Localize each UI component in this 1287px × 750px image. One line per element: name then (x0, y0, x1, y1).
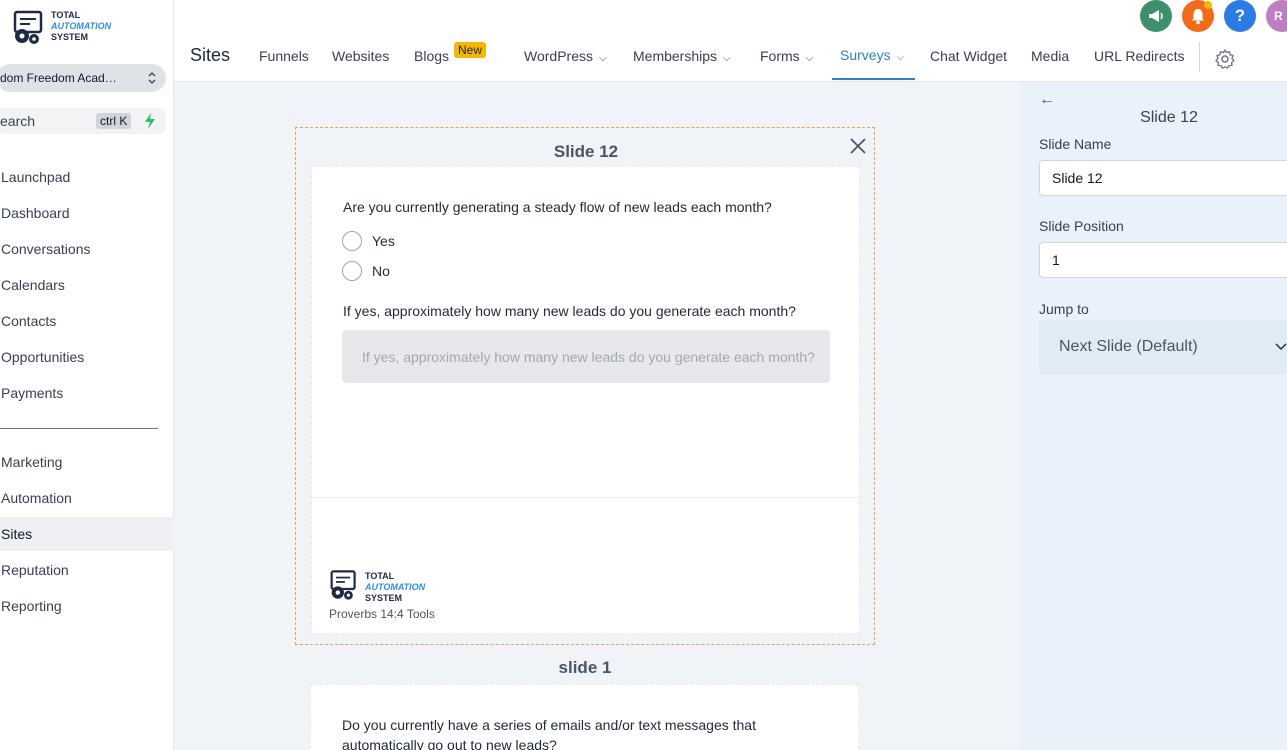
sidebar-item-conversations[interactable]: Conversations (0, 232, 174, 266)
sidebar-item-reputation[interactable]: Reputation (0, 553, 174, 587)
tab-wordpress[interactable]: WordPress ⌵ (524, 48, 607, 64)
tab-media[interactable]: Media (1031, 48, 1069, 64)
tab-chat-widget[interactable]: Chat Widget (930, 48, 1007, 64)
question-label: Do you currently have a series of emails… (342, 717, 756, 750)
slide-name-label: Slide Name (1039, 136, 1112, 152)
tab-memberships[interactable]: Memberships ⌵ (633, 48, 731, 64)
chevron-down-icon: ⌵ (598, 53, 607, 64)
search-input[interactable]: earch ctrl K (0, 108, 166, 134)
logo-line2: AUTOMATION (365, 582, 426, 592)
logo-line3: SYSTEM (365, 593, 403, 603)
survey-canvas: Slide 12 Are you currently generating a … (174, 82, 1019, 750)
footer-logo: TOTAL AUTOMATION SYSTEM (329, 569, 439, 603)
help-icon[interactable]: ? (1224, 0, 1256, 32)
slide-position-label: Slide Position (1039, 218, 1124, 234)
jump-to-select[interactable]: Next Slide (Default) (1039, 320, 1287, 374)
sidebar-item-automation[interactable]: Automation (0, 481, 174, 515)
chevron-down-icon (1275, 320, 1287, 374)
slide-title: slide 1 (558, 658, 612, 677)
footer-text: Proverbs 14:4 Tools (329, 607, 435, 621)
chevron-down-icon: ⌵ (805, 53, 814, 64)
account-switcher[interactable]: dom Freedom Acad… (0, 64, 166, 92)
slide-card[interactable]: Do you currently have a series of emails… (310, 684, 859, 750)
slide-title: Slide 12 (553, 142, 619, 161)
slide-frame-selected[interactable]: Slide 12 Are you currently generating a … (295, 127, 875, 645)
logo-line1: TOTAL (51, 10, 81, 20)
sidebar-item-payments[interactable]: Payments (0, 376, 174, 410)
leads-count-input[interactable] (342, 330, 830, 383)
footer-divider (312, 497, 859, 498)
back-arrow-icon[interactable]: ← (1039, 91, 1055, 109)
logo-gear-icon (330, 570, 356, 600)
jump-to-label: Jump to (1039, 301, 1089, 317)
sidebar-item-dashboard[interactable]: Dashboard (0, 196, 174, 230)
lightning-icon[interactable] (142, 112, 158, 130)
chevron-down-icon: ⌵ (723, 53, 731, 64)
sidebar-item-sites[interactable]: Sites (0, 517, 174, 551)
close-icon[interactable] (848, 136, 868, 156)
page-title: Sites (190, 45, 231, 65)
notification-dot (1204, 1, 1212, 9)
search-shortcut: ctrl K (96, 113, 132, 129)
chevron-down-icon: ⌵ (896, 52, 905, 63)
sidebar-divider (0, 428, 158, 429)
account-name: dom Freedom Acad… (0, 71, 117, 85)
sidebar-item-reporting[interactable]: Reporting (0, 589, 174, 623)
slide-name-field[interactable]: Slide 12 (1039, 160, 1287, 196)
tab-separator (1199, 42, 1200, 72)
jump-to-value: Next Slide (Default) (1059, 338, 1198, 355)
sort-icon (148, 64, 156, 96)
megaphone-icon[interactable] (1140, 0, 1172, 32)
question-label: Are you currently generating a steady fl… (343, 199, 772, 215)
radio-button[interactable] (342, 261, 362, 281)
top-nav-bar: Sites Funnels Websites Blogs New WordPre… (174, 0, 1287, 82)
tab-blogs[interactable]: Blogs (414, 48, 449, 64)
sidebar-item-calendars[interactable]: Calendars (0, 268, 174, 302)
avatar[interactable]: R (1266, 0, 1287, 32)
sidebar-item-opportunities[interactable]: Opportunities (0, 340, 174, 374)
sidebar-item-launchpad[interactable]: Launchpad (0, 160, 174, 194)
new-badge: New (454, 42, 487, 58)
radio-label: Yes (372, 233, 395, 249)
search-label: earch (0, 113, 36, 129)
panel-title: Slide 12 (1140, 109, 1198, 126)
brand-logo[interactable]: TOTAL AUTOMATION SYSTEM (12, 8, 142, 48)
sidebar: TOTAL AUTOMATION SYSTEM dom Freedom Acad… (0, 0, 174, 750)
radio-label: No (372, 263, 390, 279)
tab-forms[interactable]: Forms ⌵ (760, 48, 813, 64)
active-tab-indicator (832, 78, 915, 80)
question-label: If yes, approximately how many new leads… (343, 303, 796, 319)
logo-gear-icon (13, 10, 43, 44)
slide-card: Are you currently generating a steady fl… (311, 166, 860, 634)
slide-settings-panel: ← Slide 12 Slide Name Slide 12 Slide Pos… (1019, 82, 1287, 750)
tab-websites[interactable]: Websites (332, 48, 389, 64)
sidebar-item-contacts[interactable]: Contacts (0, 304, 174, 338)
tab-surveys[interactable]: Surveys ⌵ (840, 47, 904, 63)
sidebar-item-marketing[interactable]: Marketing (0, 445, 174, 479)
slide-position-field[interactable]: 1 (1039, 242, 1287, 278)
logo-line1: TOTAL (365, 571, 395, 581)
logo-line2: AUTOMATION (51, 21, 112, 31)
gear-icon[interactable] (1214, 48, 1236, 70)
tab-funnels[interactable]: Funnels (259, 48, 309, 64)
tab-url-redirects[interactable]: URL Redirects (1094, 48, 1185, 64)
radio-button[interactable] (342, 231, 362, 251)
logo-line3: SYSTEM (51, 32, 89, 42)
